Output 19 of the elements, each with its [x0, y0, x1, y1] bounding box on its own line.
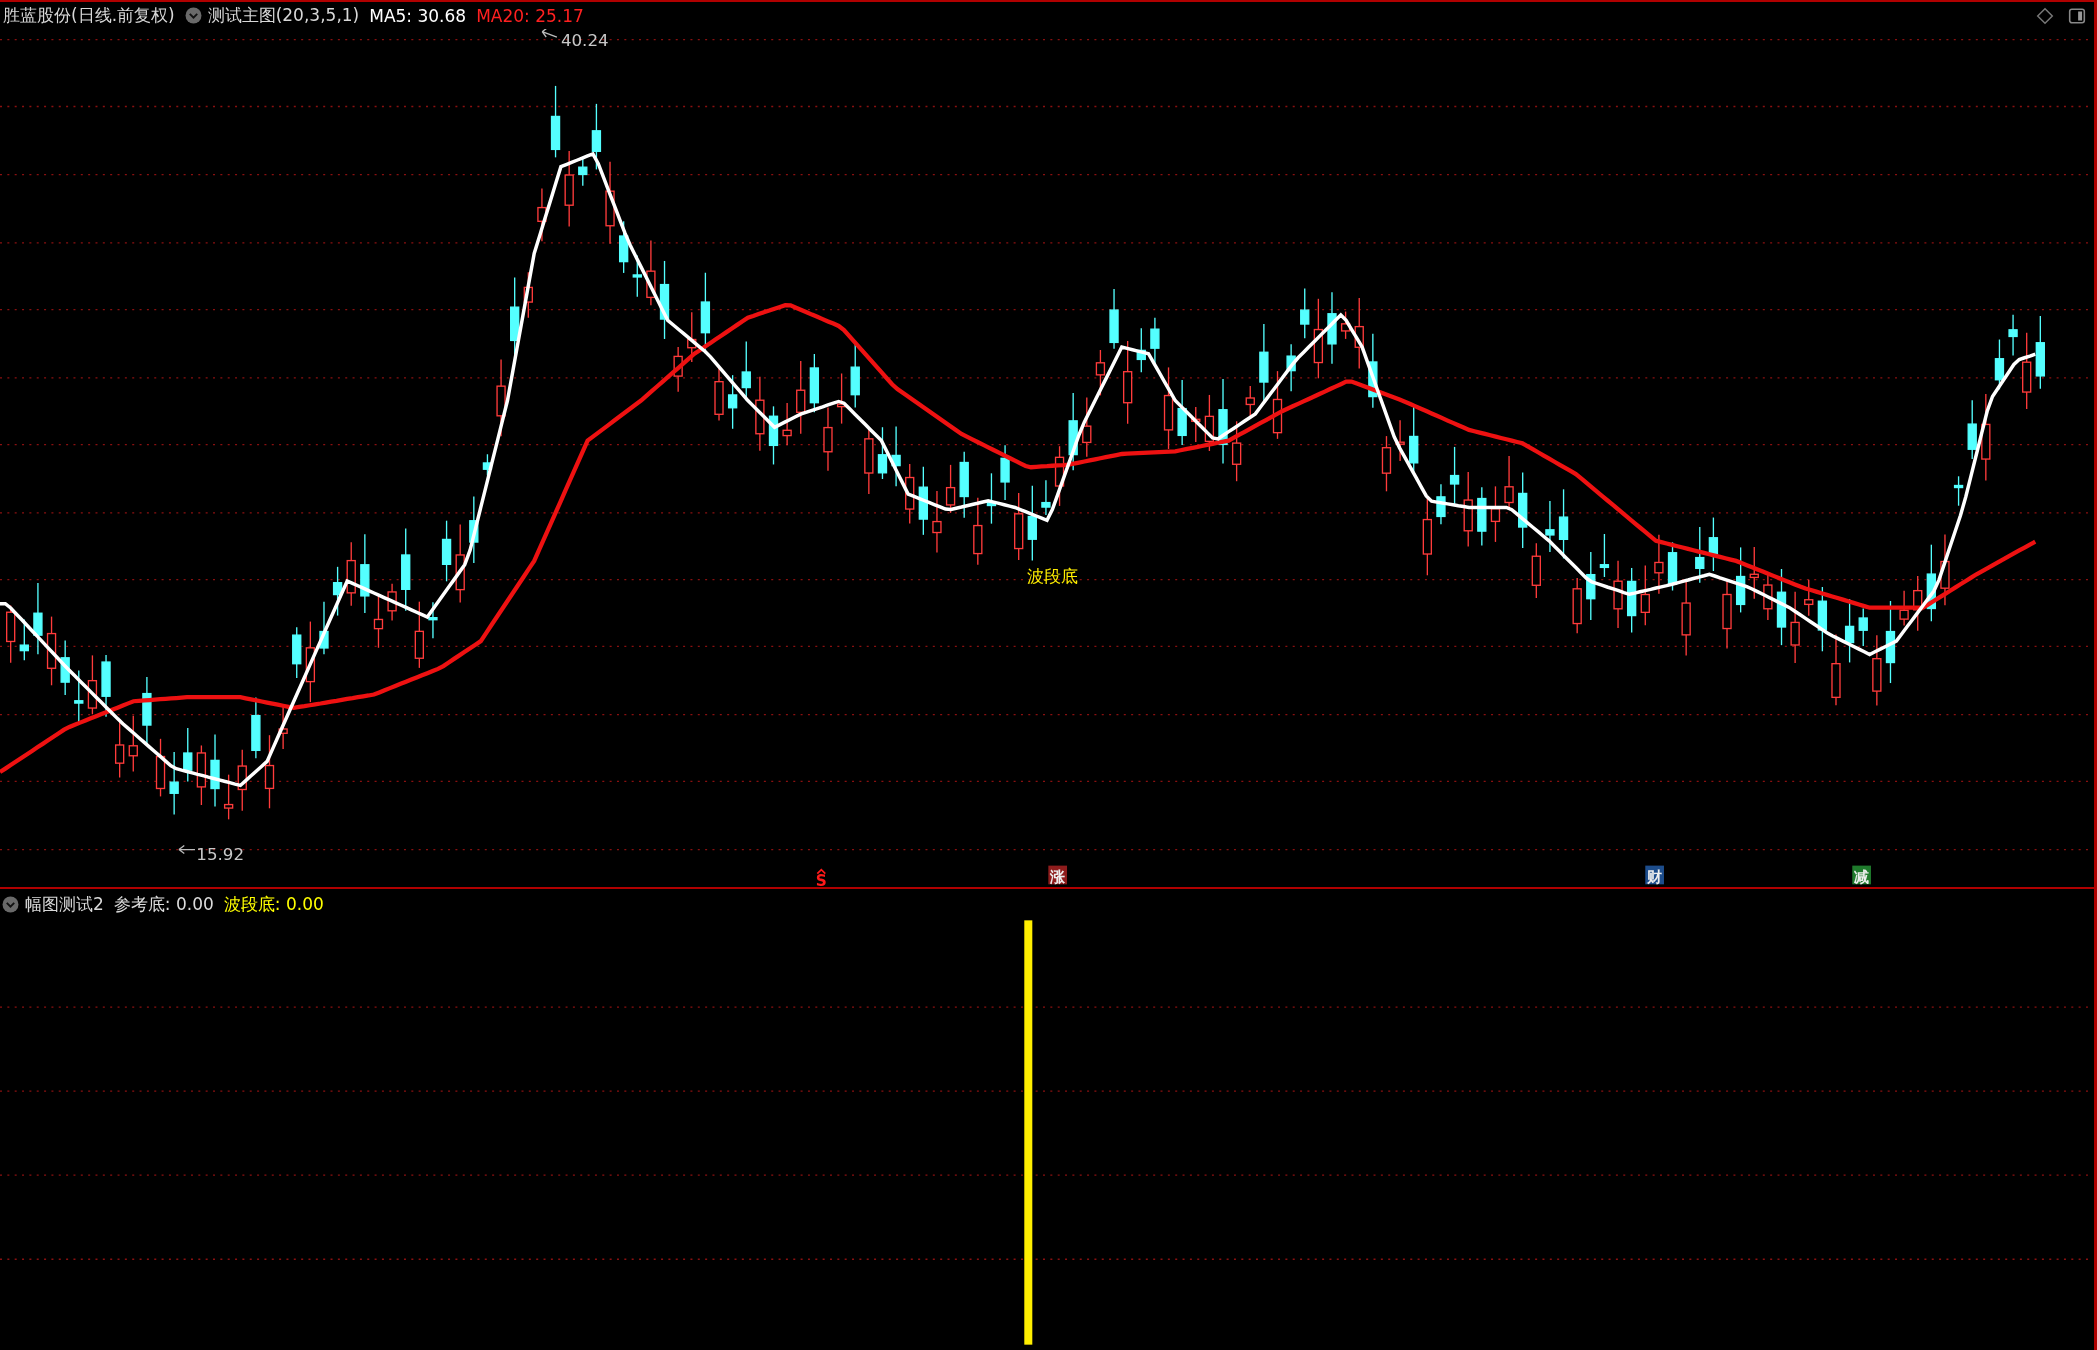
- signal-label: 波段底: [1026, 566, 1078, 587]
- indicator-name: 测试主图(20,3,5,1): [207, 4, 360, 27]
- panel-toggle-icon[interactable]: [2068, 6, 2086, 25]
- diamond-icon[interactable]: [2036, 6, 2054, 25]
- signal-badge: 减: [1852, 865, 1871, 886]
- collapse-icon[interactable]: [2, 895, 19, 913]
- signal-badge: 财: [1645, 865, 1664, 886]
- price-label: 40.24: [560, 31, 609, 51]
- legend-value: 参考底: 0.00: [113, 892, 214, 916]
- collapse-icon[interactable]: [184, 7, 202, 24]
- leader-line: [178, 844, 196, 855]
- price-label: 15.92: [196, 845, 245, 865]
- legend-value: MA20: 25.17: [476, 5, 584, 26]
- signal-badge: 涨: [1048, 865, 1068, 886]
- legend-value: 波段底: 0.00: [223, 892, 324, 916]
- stock-title: 胜蓝股份(日线.前复权): [3, 4, 175, 27]
- legend-value: MA5: 30.68: [369, 5, 467, 26]
- leader-line: [541, 29, 558, 38]
- indicator-name: 幅图测试2: [25, 892, 104, 916]
